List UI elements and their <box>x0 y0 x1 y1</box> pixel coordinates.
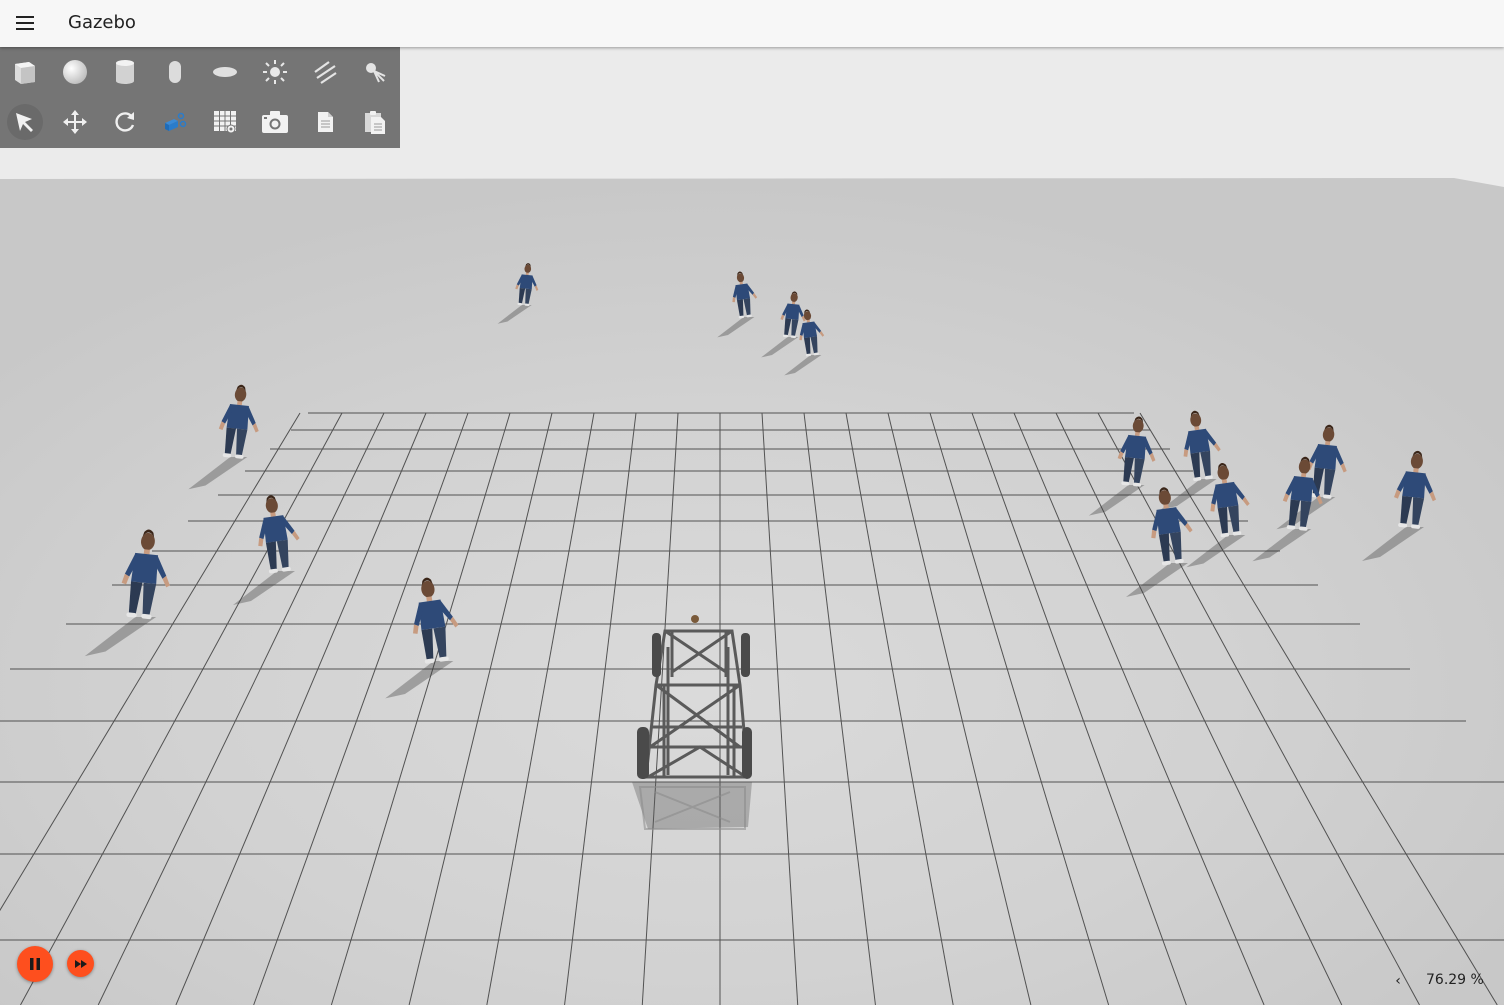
rotate-mode-button[interactable] <box>100 97 150 147</box>
screenshot-button[interactable] <box>250 97 300 147</box>
translate-mode-button[interactable] <box>50 97 100 147</box>
copy-button[interactable] <box>300 97 350 147</box>
ground-plane[interactable] <box>0 178 1504 1005</box>
app-title: Gazebo <box>68 12 136 33</box>
cylinder-icon <box>116 60 134 84</box>
fast-forward-icon <box>74 959 87 968</box>
select-icon <box>16 113 33 132</box>
sphere-icon <box>63 60 87 84</box>
gazebo-window: Gazebo ‹ 76.29 % <box>0 0 1504 1005</box>
spot-light-icon <box>366 63 386 83</box>
box-button[interactable] <box>0 47 50 97</box>
transform-tools-row <box>0 97 400 147</box>
copy-icon <box>318 112 333 132</box>
select-mode-button[interactable] <box>0 97 50 147</box>
title-bar: Gazebo <box>0 0 1504 47</box>
scene-3d-viewport[interactable] <box>0 47 1504 1005</box>
point-light-button[interactable] <box>250 47 300 97</box>
rotate-icon <box>115 112 135 132</box>
step-forward-button[interactable] <box>67 950 94 977</box>
directional-light-icon <box>314 61 337 84</box>
point-light-icon <box>263 60 287 84</box>
spot-light-button[interactable] <box>350 47 400 97</box>
stats-collapse-button[interactable]: ‹ <box>1388 971 1408 991</box>
hamburger-menu-button[interactable] <box>10 8 40 38</box>
screenshot-icon <box>262 111 288 133</box>
directional-light-button[interactable] <box>300 47 350 97</box>
ellipsoid-icon <box>213 67 237 77</box>
chevron-left-icon: ‹ <box>1395 973 1401 989</box>
shape-tools-row <box>0 47 400 97</box>
real-time-factor: 76.29 % <box>1426 972 1484 988</box>
capsule-button[interactable] <box>150 47 200 97</box>
grid-snap-button[interactable] <box>200 97 250 147</box>
translate-icon <box>63 110 87 134</box>
view-angle-icon <box>165 112 187 131</box>
scene-render[interactable] <box>0 47 1504 1005</box>
view-angle-button[interactable] <box>150 97 200 147</box>
paste-button[interactable] <box>350 97 400 147</box>
scene-toolbar <box>0 47 400 148</box>
paste-icon <box>365 111 385 134</box>
capsule-icon <box>169 61 181 83</box>
sphere-button[interactable] <box>50 47 100 97</box>
menu-icon <box>16 16 34 30</box>
ellipsoid-button[interactable] <box>200 47 250 97</box>
box-icon <box>15 62 35 84</box>
cylinder-button[interactable] <box>100 47 150 97</box>
pause-button[interactable] <box>17 946 53 982</box>
grid-snap-icon <box>214 111 236 134</box>
pause-icon <box>30 958 40 970</box>
